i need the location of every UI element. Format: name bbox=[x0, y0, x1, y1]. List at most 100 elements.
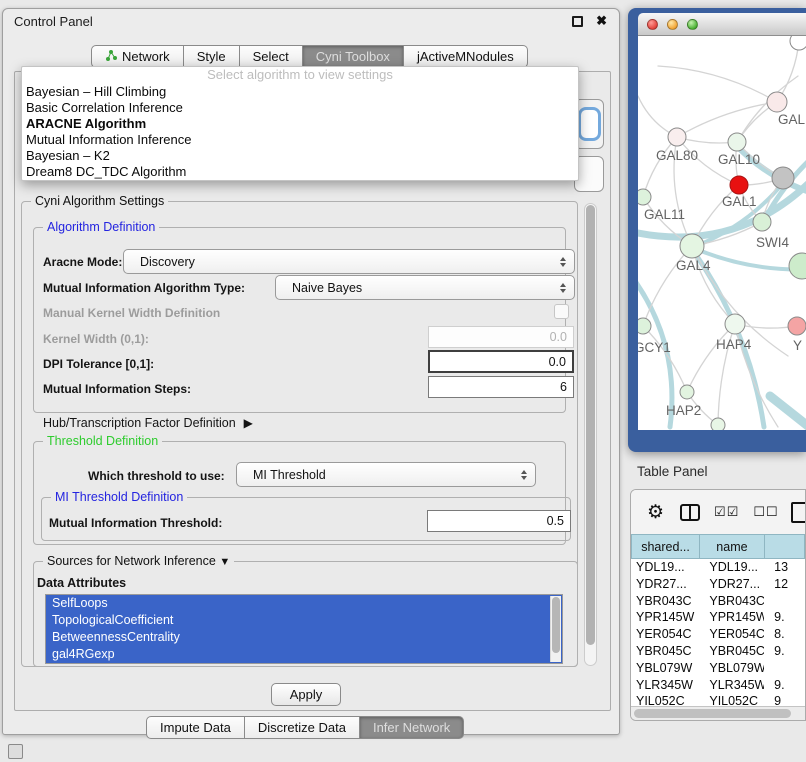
table-row[interactable]: YDR27...YDR27...12 bbox=[631, 576, 805, 593]
column-header-shared[interactable]: shared... bbox=[631, 534, 700, 559]
table-horizontal-scrollbar[interactable] bbox=[631, 706, 805, 720]
columns-icon[interactable] bbox=[680, 504, 700, 521]
data-attributes-list[interactable]: SelfLoops TopologicalCoefficient Between… bbox=[45, 594, 563, 664]
table-cell[interactable]: YBR043C bbox=[699, 593, 764, 610]
table-cell[interactable]: 9. bbox=[764, 643, 805, 660]
tab-style[interactable]: Style bbox=[184, 45, 240, 68]
table-row[interactable]: YBR043CYBR043C bbox=[631, 593, 805, 610]
dropdown-item-selected[interactable]: ARACNE Algorithm bbox=[22, 116, 578, 132]
list-item[interactable]: SelfLoops bbox=[46, 595, 562, 612]
close-traffic-light-icon[interactable] bbox=[647, 19, 658, 30]
mi-steps-field[interactable]: 6 bbox=[428, 376, 574, 398]
tab-network[interactable]: Network bbox=[91, 45, 184, 68]
network-node[interactable] bbox=[730, 176, 748, 194]
mi-threshold-field[interactable]: 0.5 bbox=[427, 510, 571, 532]
network-window-titlebar[interactable] bbox=[638, 13, 806, 36]
minimize-traffic-light-icon[interactable] bbox=[667, 19, 678, 30]
manual-kernel-width-checkbox[interactable] bbox=[554, 304, 569, 319]
dropdown-item[interactable]: Bayesian – Hill Climbing bbox=[22, 84, 578, 100]
network-node[interactable] bbox=[680, 234, 704, 258]
table-row[interactable]: YBR045CYBR045C9. bbox=[631, 643, 805, 660]
table-cell[interactable]: 9. bbox=[764, 677, 805, 694]
network-edge[interactable] bbox=[770, 396, 806, 430]
network-node[interactable] bbox=[728, 133, 746, 151]
column-header-name[interactable]: name bbox=[700, 534, 765, 559]
scrollbar-thumb[interactable] bbox=[634, 709, 791, 718]
table-cell[interactable]: YDL19... bbox=[699, 559, 764, 576]
table-cell[interactable]: YDR27... bbox=[699, 576, 764, 593]
dpi-tolerance-field[interactable]: 0.0 bbox=[428, 350, 574, 373]
network-edge[interactable] bbox=[658, 66, 777, 102]
column-header-clipped[interactable] bbox=[765, 534, 805, 559]
table-cell[interactable]: YBR045C bbox=[631, 643, 699, 660]
settings-vertical-scrollbar[interactable] bbox=[584, 203, 597, 666]
dropdown-item[interactable]: Dream8 DC_TDC Algorithm bbox=[22, 164, 578, 180]
table-row[interactable]: YLR345WYLR345W9. bbox=[631, 677, 805, 694]
aracne-mode-combobox[interactable]: Discovery bbox=[123, 249, 575, 274]
list-item[interactable]: gal4RGexp bbox=[46, 646, 562, 663]
zoom-traffic-light-icon[interactable] bbox=[687, 19, 698, 30]
tab-impute-data[interactable]: Impute Data bbox=[146, 716, 245, 739]
deselect-all-icon[interactable]: ☐☐ bbox=[753, 504, 778, 520]
table-cell[interactable] bbox=[764, 593, 805, 610]
network-node[interactable] bbox=[788, 317, 806, 335]
network-node[interactable] bbox=[767, 92, 787, 112]
network-node[interactable] bbox=[680, 385, 694, 399]
network-node[interactable] bbox=[790, 36, 806, 50]
table-row[interactable]: YER054CYER054C8. bbox=[631, 626, 805, 643]
select-all-icon[interactable]: ☑☑ bbox=[714, 504, 739, 520]
table-cell[interactable]: YBR045C bbox=[699, 643, 764, 660]
table-cell[interactable]: YER054C bbox=[631, 626, 699, 643]
dropdown-item[interactable]: Mutual Information Inference bbox=[22, 132, 578, 148]
collapsed-panel-icon[interactable] bbox=[8, 744, 23, 759]
list-item[interactable]: BetweennessCentrality bbox=[46, 629, 562, 646]
list-scrollbar[interactable] bbox=[550, 596, 561, 662]
table-cell[interactable]: 12 bbox=[764, 576, 805, 593]
hub-definition-expander[interactable]: Hub/Transcription Factor Definition▶ bbox=[43, 416, 253, 430]
table-cell[interactable]: YBL079W bbox=[631, 660, 699, 677]
tab-select[interactable]: Select bbox=[240, 45, 303, 68]
kernel-width-field[interactable]: 0.0 bbox=[428, 326, 574, 348]
gear-icon[interactable]: ⚙ bbox=[647, 501, 664, 524]
network-node[interactable] bbox=[789, 253, 806, 279]
table-cell[interactable]: YLR345W bbox=[699, 677, 764, 694]
network-node[interactable] bbox=[638, 189, 651, 205]
network-node[interactable] bbox=[668, 128, 686, 146]
file-icon[interactable] bbox=[791, 502, 806, 523]
table-cell[interactable] bbox=[764, 660, 805, 677]
table-row[interactable]: YBL079WYBL079W bbox=[631, 660, 805, 677]
list-item[interactable]: TopologicalCoefficient bbox=[46, 612, 562, 629]
table-cell[interactable]: YLR345W bbox=[631, 677, 699, 694]
network-canvas[interactable]: GALGAL80GAL10GAL1GAL11SWI4GAL4GCY1HAP4YH… bbox=[638, 36, 806, 430]
dropdown-item[interactable]: Bayesian – K2 bbox=[22, 148, 578, 164]
tab-cyni-toolbox[interactable]: Cyni Toolbox bbox=[303, 45, 404, 68]
table-cell[interactable]: 8. bbox=[764, 626, 805, 643]
tab-discretize-data[interactable]: Discretize Data bbox=[245, 716, 360, 739]
network-edge[interactable] bbox=[643, 137, 677, 197]
apply-button[interactable]: Apply bbox=[271, 683, 341, 706]
table-cell[interactable]: YDR27... bbox=[631, 576, 699, 593]
tab-jactivemnodules[interactable]: jActiveMNodules bbox=[404, 45, 528, 68]
dropdown-item[interactable]: Basic Correlation Inference bbox=[22, 100, 578, 116]
which-threshold-combobox[interactable]: MI Threshold bbox=[236, 462, 536, 487]
network-node[interactable] bbox=[711, 418, 725, 430]
table-cell[interactable]: YBR043C bbox=[631, 593, 699, 610]
close-window-icon[interactable]: ✖ bbox=[596, 13, 607, 29]
network-node[interactable] bbox=[772, 167, 794, 189]
network-node[interactable] bbox=[725, 314, 745, 334]
table-cell[interactable]: YER054C bbox=[699, 626, 764, 643]
table-cell[interactable]: 9. bbox=[764, 609, 805, 626]
table-row[interactable]: YPR145WYPR145W9. bbox=[631, 609, 805, 626]
sources-group-title[interactable]: Sources for Network Inference ▼ bbox=[43, 554, 234, 568]
tab-infer-network[interactable]: Infer Network bbox=[360, 716, 464, 739]
mi-algorithm-type-combobox[interactable]: Naive Bayes bbox=[275, 275, 575, 300]
table-cell[interactable]: YPR145W bbox=[699, 609, 764, 626]
network-node[interactable] bbox=[638, 318, 651, 334]
table-cell[interactable]: YDL19... bbox=[631, 559, 699, 576]
table-cell[interactable]: 13 bbox=[764, 559, 805, 576]
scrollbar-thumb[interactable] bbox=[586, 205, 595, 645]
float-window-icon[interactable] bbox=[572, 16, 583, 27]
scrollbar-thumb[interactable] bbox=[552, 597, 560, 653]
network-node[interactable] bbox=[753, 213, 771, 231]
table-row[interactable]: YDL19...YDL19...13 bbox=[631, 559, 805, 576]
